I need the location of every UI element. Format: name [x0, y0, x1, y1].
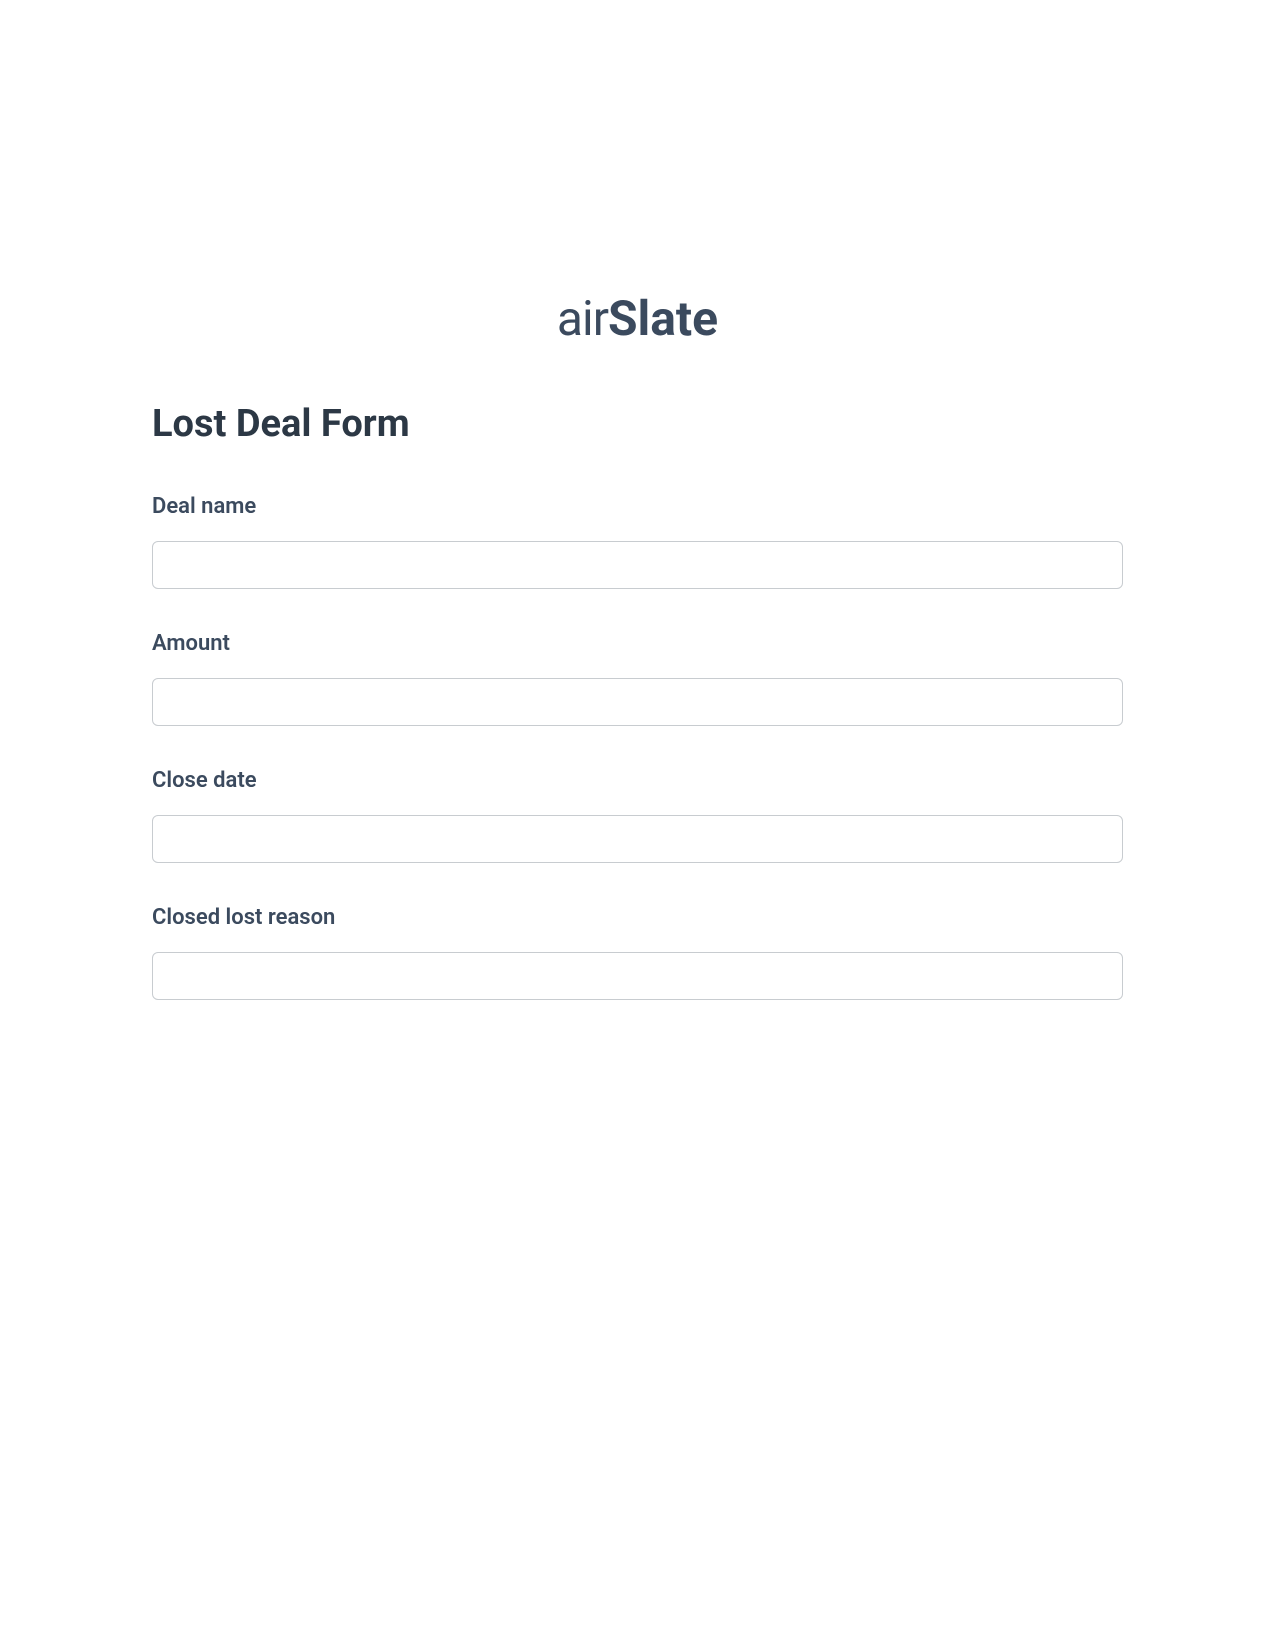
- logo-part-slate: Slate: [608, 290, 718, 347]
- field-amount: Amount: [152, 631, 1123, 726]
- logo-part-air: air: [557, 290, 608, 347]
- label-closed-lost-reason: Closed lost reason: [152, 905, 1123, 930]
- input-closed-lost-reason[interactable]: [152, 952, 1123, 1000]
- input-deal-name[interactable]: [152, 541, 1123, 589]
- input-amount[interactable]: [152, 678, 1123, 726]
- form-area: Lost Deal Form Deal name Amount Close da…: [0, 402, 1275, 1000]
- input-close-date[interactable]: [152, 815, 1123, 863]
- logo-wrap: airSlate: [0, 290, 1275, 347]
- field-close-date: Close date: [152, 768, 1123, 863]
- label-amount: Amount: [152, 631, 1123, 656]
- label-close-date: Close date: [152, 768, 1123, 793]
- airslate-logo: airSlate: [557, 290, 718, 347]
- label-deal-name: Deal name: [152, 494, 1123, 519]
- page-container: airSlate Lost Deal Form Deal name Amount…: [0, 0, 1275, 1000]
- form-title: Lost Deal Form: [152, 402, 1123, 446]
- field-closed-lost-reason: Closed lost reason: [152, 905, 1123, 1000]
- field-deal-name: Deal name: [152, 494, 1123, 589]
